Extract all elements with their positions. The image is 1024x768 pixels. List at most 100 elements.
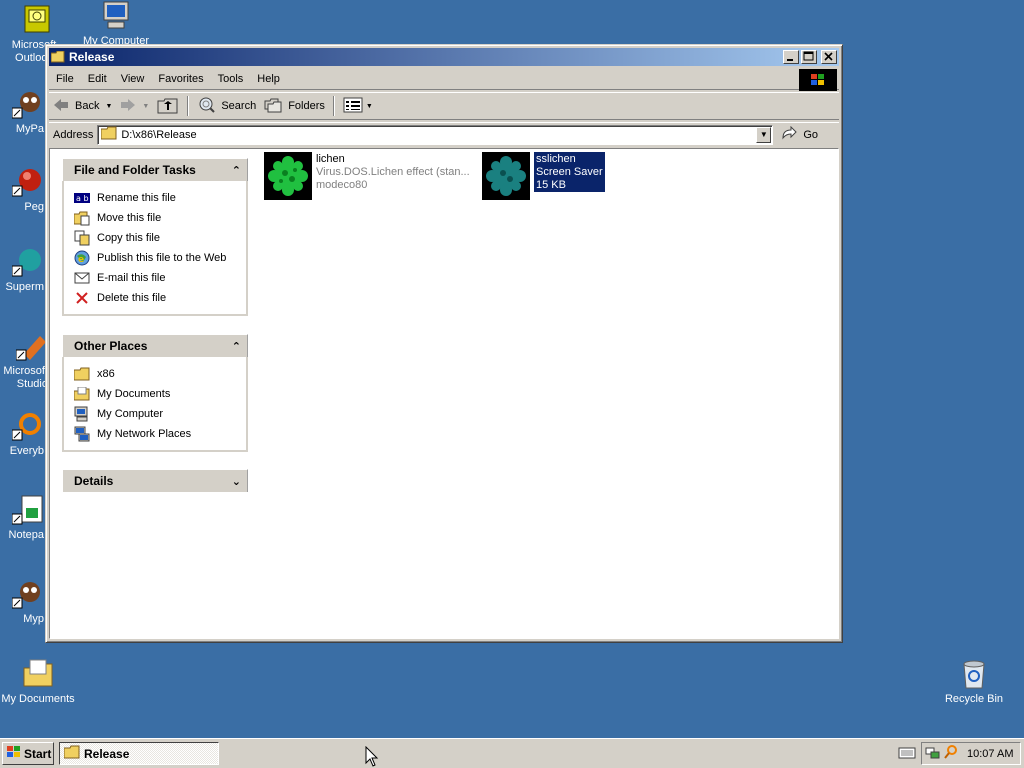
place-x86[interactable]: x86 xyxy=(74,364,246,384)
desktop-icon-label: Peg xyxy=(24,201,44,213)
mypa-icon xyxy=(11,88,44,120)
up-folder-button[interactable] xyxy=(153,95,183,117)
address-dropdown-button[interactable]: ▼ xyxy=(756,126,772,143)
menu-file[interactable]: File xyxy=(49,73,81,85)
file-item-sslichen[interactable]: sslichen Screen Saver 15 KB xyxy=(482,152,605,200)
desktop-icon-my-documents[interactable]: My Documents xyxy=(0,658,76,706)
screensaver-thumbnail-icon xyxy=(482,152,530,200)
computer-icon xyxy=(100,0,132,32)
task-rename[interactable]: a b Rename this file xyxy=(74,188,246,208)
search-label: Search xyxy=(221,100,257,112)
forward-arrow-icon xyxy=(120,98,136,115)
go-label: Go xyxy=(803,128,819,141)
place-network[interactable]: My Network Places xyxy=(74,424,246,444)
taskbar-button-release[interactable]: Release xyxy=(59,742,219,765)
desktop-icon-notepad[interactable]: Notepa xyxy=(0,494,44,542)
folder-icon xyxy=(100,126,117,143)
task-label: Move this file xyxy=(97,212,162,224)
outlook-icon xyxy=(21,4,53,36)
window-title: Release xyxy=(69,50,115,64)
task-email[interactable]: E-mail this file xyxy=(74,268,246,288)
publish-web-icon: e xyxy=(74,250,90,266)
network-tray-icon[interactable] xyxy=(925,744,941,763)
taskbar: Start Release 10:07 AM xyxy=(0,738,1024,768)
desktop-icon-everyb[interactable]: Everyb xyxy=(0,410,44,458)
expand-chevron-icon[interactable]: ⌄ xyxy=(232,475,241,488)
desktop-icon-recycle-bin[interactable]: Recycle Bin xyxy=(936,658,1012,706)
file-size: 15 KB xyxy=(536,179,566,191)
collapse-chevron-icon[interactable]: ⌃ xyxy=(232,340,241,353)
pane-title: Details xyxy=(74,474,114,488)
views-button[interactable]: ▼ xyxy=(339,95,377,117)
everyb-icon xyxy=(11,410,44,442)
maximize-button[interactable] xyxy=(801,50,817,64)
task-move[interactable]: Move this file xyxy=(74,208,246,228)
menu-edit[interactable]: Edit xyxy=(81,73,114,85)
up-folder-icon xyxy=(157,96,179,117)
computer-icon xyxy=(74,406,90,422)
go-button[interactable]: Go xyxy=(781,125,819,143)
views-icon xyxy=(343,97,363,116)
place-my-documents[interactable]: My Documents xyxy=(74,384,246,404)
windows-logo-icon xyxy=(799,69,837,91)
task-publish[interactable]: e Publish this file to the Web xyxy=(74,248,246,268)
folders-button[interactable]: Folders xyxy=(260,95,329,117)
lichen-thumbnail-icon xyxy=(264,152,312,200)
file-item-lichen[interactable]: lichen Virus.DOS.Lichen effect (stan... … xyxy=(264,152,470,200)
chevron-down-icon[interactable]: ▼ xyxy=(105,103,112,110)
superm-icon xyxy=(11,246,44,278)
task-copy[interactable]: Copy this file xyxy=(74,228,246,248)
chevron-down-icon[interactable]: ▼ xyxy=(366,103,373,110)
address-input[interactable]: D:\x86\Release ▼ xyxy=(97,124,774,145)
task-label: E-mail this file xyxy=(97,272,166,284)
address-value: D:\x86\Release xyxy=(121,128,197,141)
myp-icon xyxy=(11,578,44,610)
desktop-icon-studio[interactable]: Microsoft Studio xyxy=(0,330,48,391)
back-button[interactable]: Back ▼ xyxy=(49,95,116,117)
folders-icon xyxy=(264,97,282,116)
file-info: lichen Virus.DOS.Lichen effect (stan... … xyxy=(316,152,470,200)
desktop-icon-peg[interactable]: Peg xyxy=(0,166,44,214)
task-delete[interactable]: Delete this file xyxy=(74,288,246,308)
search-button[interactable]: Search xyxy=(193,95,260,117)
desktop-icon-my-computer[interactable]: My Computer xyxy=(78,0,154,48)
standard-toolbar: Back ▼ ▼ Search Folders ▼ xyxy=(49,92,839,120)
place-label: x86 xyxy=(97,368,115,380)
content-area[interactable]: File and Folder Tasks ⌃ a b Rename this … xyxy=(49,148,839,639)
collapse-chevron-icon[interactable]: ⌃ xyxy=(232,164,241,177)
forward-button[interactable]: ▼ xyxy=(116,95,153,117)
pane-header[interactable]: File and Folder Tasks ⌃ xyxy=(62,158,248,181)
mouse-cursor-icon xyxy=(365,745,379,768)
my-documents-icon xyxy=(22,658,54,690)
pane-header[interactable]: Other Places ⌃ xyxy=(62,334,248,357)
start-button[interactable]: Start xyxy=(2,742,54,765)
explorer-window[interactable]: Release File Edit View Favorites Tools H… xyxy=(45,44,843,643)
keyboard-icon[interactable] xyxy=(898,747,916,762)
task-label: Rename this file xyxy=(97,192,176,204)
file-company: modeco80 xyxy=(316,179,368,191)
pane-header[interactable]: Details ⌄ xyxy=(62,469,248,492)
desktop-icon-mypa[interactable]: MyPa xyxy=(0,88,44,136)
minimize-button[interactable] xyxy=(783,50,799,64)
folders-label: Folders xyxy=(288,100,325,112)
menu-help[interactable]: Help xyxy=(250,73,287,85)
desktop-icon-myp[interactable]: Myp xyxy=(0,578,44,626)
desktop-icon-label: My Documents xyxy=(1,693,75,705)
start-label: Start xyxy=(24,746,52,761)
place-label: My Network Places xyxy=(97,428,192,440)
clock: 10:07 AM xyxy=(967,747,1014,760)
close-button[interactable] xyxy=(821,50,837,64)
place-my-computer[interactable]: My Computer xyxy=(74,404,246,424)
menu-favorites[interactable]: Favorites xyxy=(151,73,210,85)
file-info-selected: sslichen Screen Saver 15 KB xyxy=(534,152,605,192)
email-icon xyxy=(74,270,90,286)
title-bar[interactable]: Release xyxy=(49,48,839,66)
desktop-icon-superm[interactable]: Superm xyxy=(0,246,44,294)
search-tray-icon[interactable] xyxy=(943,744,959,763)
notepad-icon xyxy=(11,494,44,526)
menu-view[interactable]: View xyxy=(114,73,152,85)
copy-icon xyxy=(74,230,90,246)
menu-tools[interactable]: Tools xyxy=(211,73,251,85)
folder-icon xyxy=(63,745,80,762)
chevron-down-icon[interactable]: ▼ xyxy=(142,103,149,110)
